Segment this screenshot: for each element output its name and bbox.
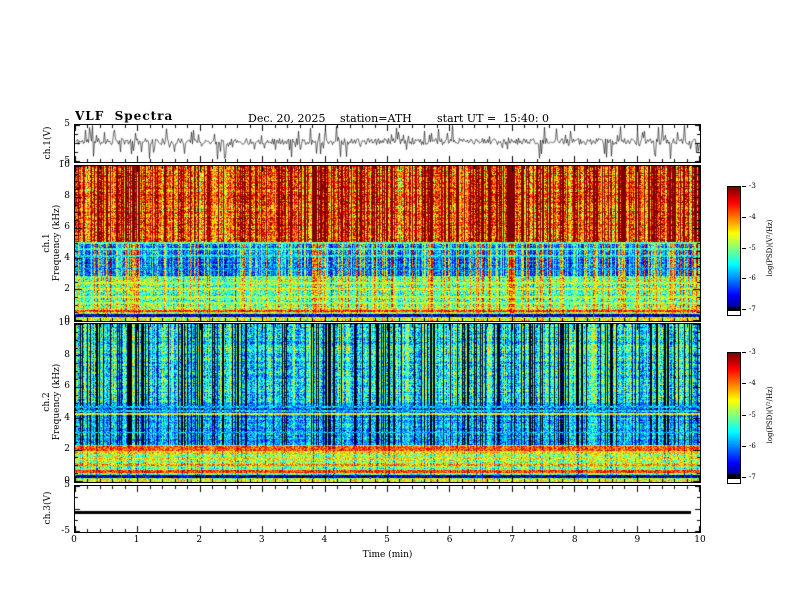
colorbar-tick-label: -4 (749, 379, 756, 388)
ch2-frequency-axis-label-line2: Frequency (kHz) (52, 363, 62, 441)
colorbar-ch1 (727, 186, 741, 316)
y-tick-label: 8 (64, 191, 70, 201)
panel-ch1-waveform (74, 124, 701, 163)
ch2-frequency-axis-label-line1: ch.2 (42, 392, 52, 412)
colorbar-tick-mark (742, 446, 746, 447)
colorbar-tick-label: -3 (749, 182, 756, 190)
ch1-frequency-axis-label: ch.1 Frequency (kHz) (42, 205, 62, 282)
figure-title: VLF Spectra (75, 109, 174, 123)
ch3-voltage-axis-label: ch.3(V) (43, 491, 53, 525)
colorbar-tick-mark (742, 309, 746, 310)
panel-ch1-spectrogram (74, 165, 701, 322)
colorbar-tick-label: -3 (749, 348, 756, 356)
x-tick-label: 0 (71, 535, 77, 545)
colorbar-tick-label: -5 (749, 243, 756, 252)
colorbar-tick-label: -7 (749, 473, 756, 481)
colorbar-tick-mark (742, 217, 746, 218)
colorbar-tick-mark (742, 415, 746, 416)
y-tick-label: 5 (64, 119, 70, 129)
y-tick-label: -5 (61, 526, 70, 536)
y-tick-label: 2 (64, 444, 70, 455)
ch1-frequency-axis-label-line1: ch.1 (42, 233, 52, 253)
colorbar-tick-label: -5 (749, 410, 756, 419)
ch2-spectrogram-canvas (75, 324, 700, 482)
y-tick-label: 6 (64, 222, 70, 232)
colorbar-tick-mark (742, 352, 746, 353)
colorbar-tick-mark (742, 477, 746, 478)
ch3-waveform-canvas (75, 486, 700, 532)
x-tick-label: 3 (258, 535, 265, 545)
x-axis-title: Time (min) (362, 550, 413, 560)
colorbar-ch2-gradient (728, 353, 740, 479)
colorbar-ch1-gradient (728, 187, 740, 311)
colorbar-ch2-tick-labels: -3 -4 -5 -6 -7 (742, 348, 766, 481)
colorbar-tick-mark (742, 186, 746, 187)
panel-ch2-spectrogram (74, 323, 701, 483)
y-tick-label: 5 (64, 480, 70, 490)
colorbar-ch1-label: log(PSD)(V²/Hz) (766, 219, 774, 277)
ch1-voltage-axis-label: ch.1(V) (43, 126, 53, 160)
colorbar-tick-label: -6 (749, 441, 756, 450)
colorbar-ch2-label: log(PSD)(V²/Hz) (766, 386, 774, 444)
colorbar-tick-mark (742, 278, 746, 279)
x-tick-label: 8 (571, 535, 578, 545)
x-tick-label: 7 (509, 535, 516, 545)
x-tick-label: 1 (133, 535, 140, 545)
y-tick-label: 2 (64, 284, 70, 294)
colorbar-ch1-tick-labels: -3 -4 -5 -6 -7 (742, 182, 766, 313)
x-tick-label: 6 (446, 535, 453, 545)
ch2-frequency-axis-label: ch.2 Frequency (kHz) (42, 364, 62, 441)
x-axis-tick-labels: 0 1 2 3 4 5 6 7 8 9 10 (71, 535, 706, 547)
ch1-spectrogram-canvas (75, 166, 700, 321)
colorbar-ch2 (727, 352, 741, 484)
y-tick-label: 6 (64, 381, 70, 392)
colorbar-tick-mark (742, 383, 746, 384)
ch1-waveform-canvas (75, 125, 700, 162)
x-tick-label: 5 (384, 535, 390, 545)
ch1-frequency-axis-label-line2: Frequency (kHz) (52, 204, 62, 282)
vlf-spectra-figure: VLF Spectra Dec. 20, 2025 station=ATH st… (0, 0, 792, 612)
colorbar-tick-label: -7 (749, 305, 756, 313)
y-tick-label: 10 (58, 160, 70, 170)
x-tick-label: 2 (196, 535, 203, 545)
panel-ch3-waveform (74, 485, 701, 533)
colorbar-tick-mark (742, 248, 746, 249)
colorbar-tick-label: -4 (749, 212, 756, 221)
y-tick-label: 4 (64, 253, 70, 263)
colorbar-tick-label: -6 (749, 274, 756, 283)
y-tick-label: 4 (64, 412, 70, 423)
x-tick-label: 9 (634, 535, 641, 545)
y-tick-label: 8 (64, 349, 70, 360)
x-tick-label: 4 (321, 535, 328, 545)
y-tick-label: 10 (58, 318, 70, 328)
x-tick-label: 10 (694, 535, 706, 545)
